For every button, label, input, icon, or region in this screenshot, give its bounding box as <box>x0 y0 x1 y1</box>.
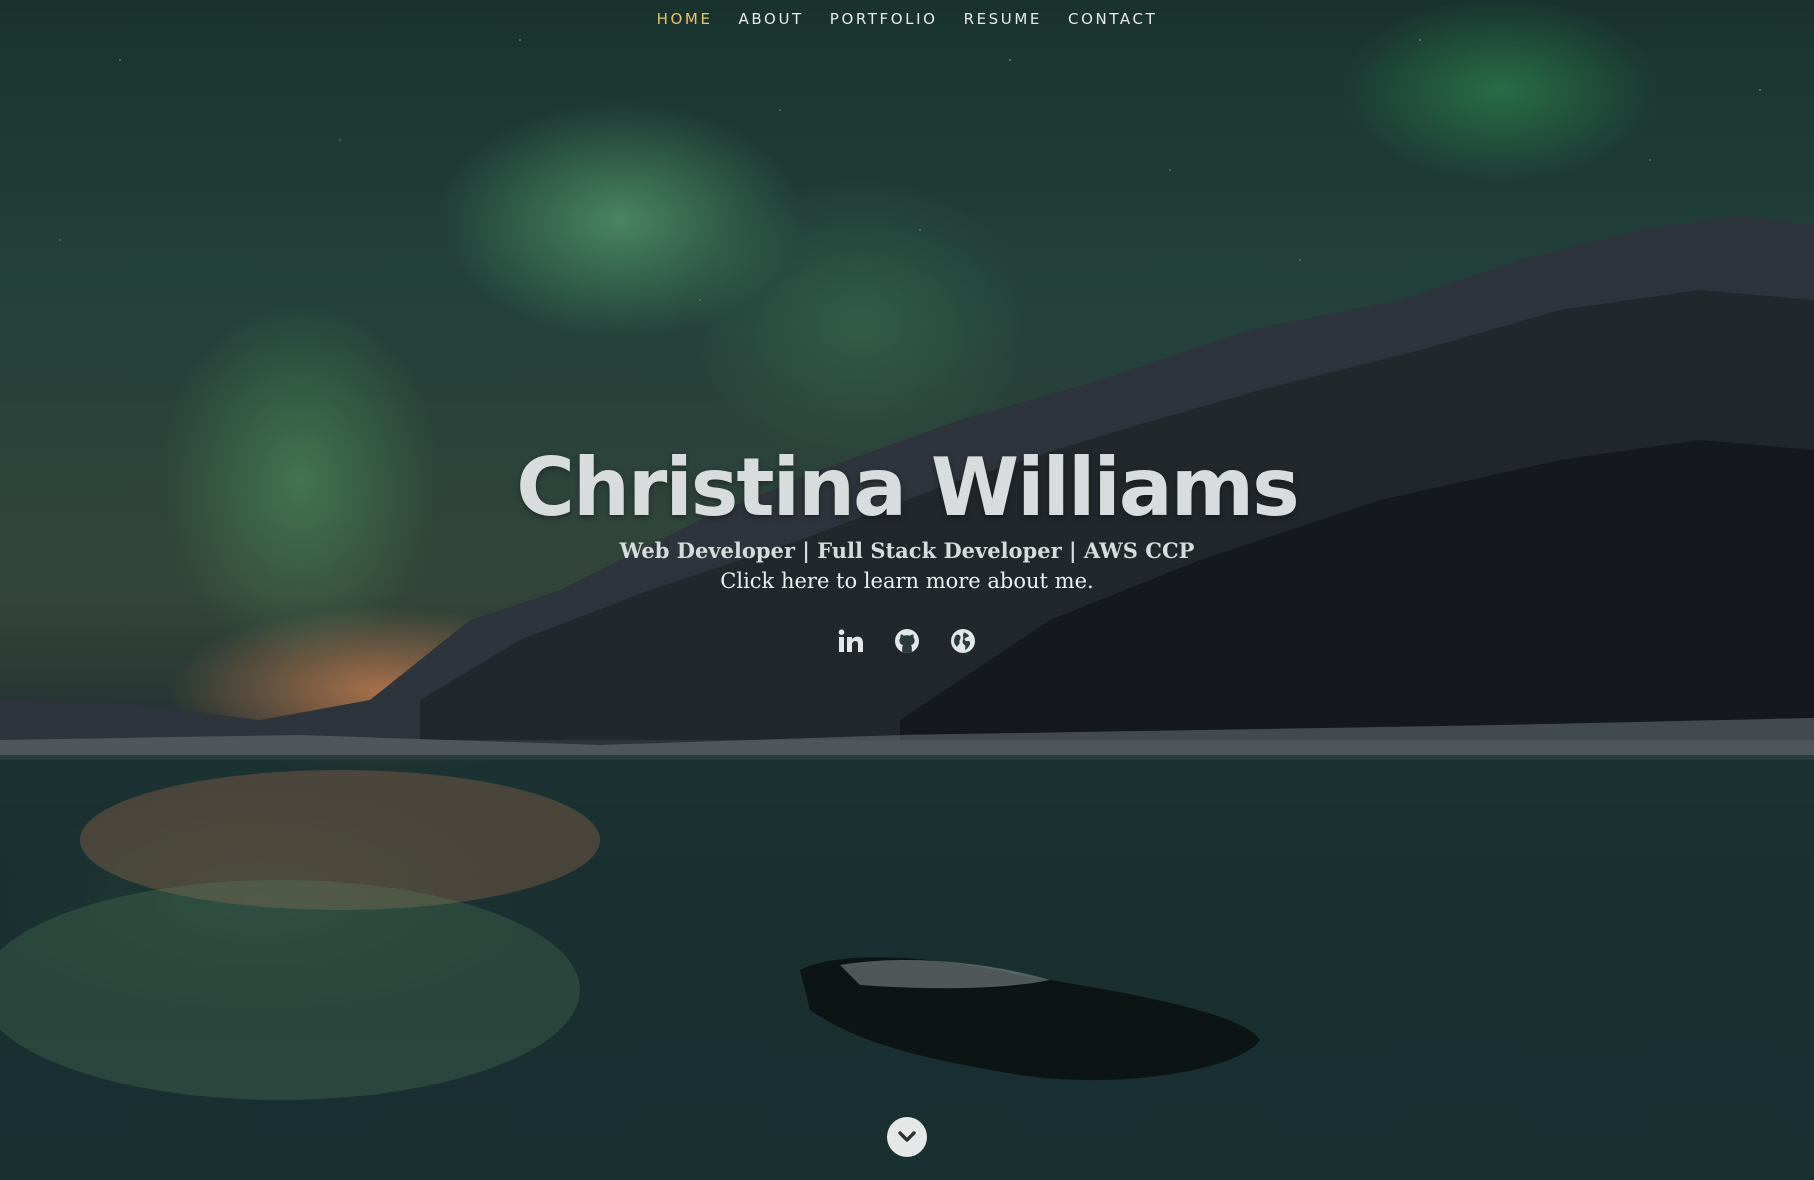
social-links <box>0 627 1814 655</box>
about-me-link[interactable]: Click here to learn more about me. <box>720 566 1093 596</box>
hero-section: HOME ABOUT PORTFOLIO RESUME CONTACT Chri… <box>0 0 1814 1180</box>
globe-icon[interactable] <box>949 627 977 655</box>
page-title: Christina Williams <box>516 441 1300 534</box>
subtitle: Web Developer | Full Stack Developer | A… <box>619 538 1195 563</box>
github-icon[interactable] <box>893 627 921 655</box>
banner: Christina Williams Web Developer | Full … <box>0 440 1814 596</box>
nav-portfolio[interactable]: PORTFOLIO <box>830 10 938 28</box>
nav-about[interactable]: ABOUT <box>739 10 804 28</box>
scroll-down-button[interactable] <box>887 1117 927 1157</box>
chevron-down-icon <box>898 1131 916 1142</box>
nav-home[interactable]: HOME <box>657 10 713 28</box>
top-navigation: HOME ABOUT PORTFOLIO RESUME CONTACT <box>0 0 1814 38</box>
linkedin-icon[interactable] <box>837 627 865 655</box>
nav-contact[interactable]: CONTACT <box>1068 10 1157 28</box>
nav-resume[interactable]: RESUME <box>964 10 1042 28</box>
